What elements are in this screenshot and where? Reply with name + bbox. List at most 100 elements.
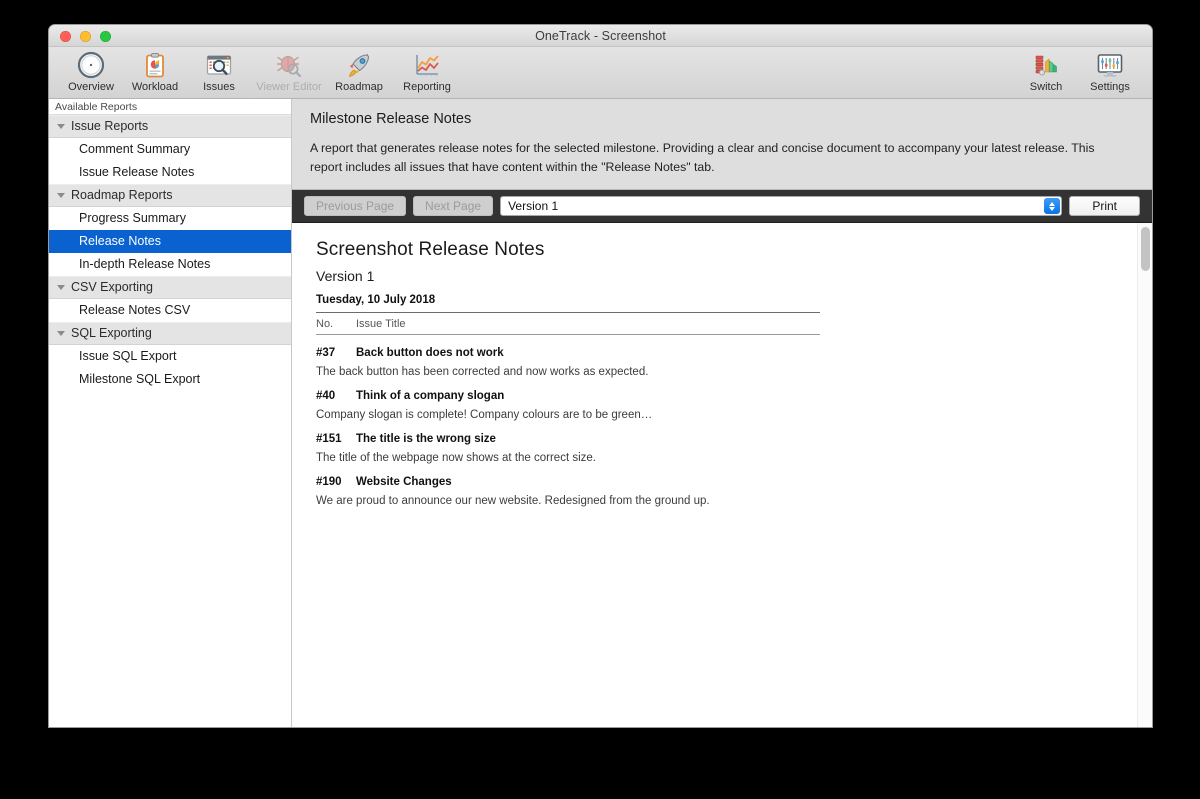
line-chart-icon [413,50,441,80]
document-subtitle: Version 1 [316,268,375,284]
rocket-icon [345,50,373,80]
sidebar-group-issue-reports[interactable]: Issue Reports [49,115,291,138]
sidebar-item-milestone-sql-export[interactable]: Milestone SQL Export [49,368,291,391]
version-select-value: Version 1 [508,199,559,213]
toolbar-item-label: Workload [131,81,179,93]
entry-body: The title of the webpage now shows at th… [316,452,596,464]
toolbar-item-label: Switch [1029,81,1063,93]
version-select[interactable]: Version 1 [500,196,1063,216]
toolbar-item-label: Viewer Editor [256,81,322,93]
bug-magnifier-icon [275,50,303,80]
main-toolbar: Overview Workload Issues Viewer Editor R… [49,47,1152,99]
table-row: #40 Think of a company slogan Company sl… [316,390,820,421]
chevron-down-icon [57,285,65,290]
window-title: OneTrack - Screenshot [535,29,666,43]
sidebar-item-in-depth-release-notes[interactable]: In-depth Release Notes [49,253,291,276]
close-button[interactable] [60,31,71,42]
compass-icon [77,50,105,80]
previous-page-button[interactable]: Previous Page [304,196,407,216]
toolbar-item-label: Reporting [403,81,451,93]
toolbar-item-switch[interactable]: Switch [1014,49,1078,93]
toolbar-item-roadmap[interactable]: Roadmap [327,49,391,93]
report-pane: Milestone Release Notes A report that ge… [292,99,1152,727]
sidebar-group-label: SQL Exporting [71,326,152,340]
entry-number: #151 [316,433,342,445]
entry-heading: #190 Website Changes [316,476,820,488]
sidebar-group-roadmap-reports[interactable]: Roadmap Reports [49,184,291,207]
next-page-button[interactable]: Next Page [413,196,494,216]
table-row: #151 The title is the wrong size The tit… [316,433,820,464]
scrollbar-thumb[interactable] [1141,227,1150,271]
toolbar-item-issues[interactable]: Issues [187,49,251,93]
sidebar-group-csv-exporting[interactable]: CSV Exporting [49,276,291,299]
toolbar-right-group: Switch Settings [1014,49,1142,93]
magnifier-grid-icon [205,50,233,80]
report-title: Milestone Release Notes [310,111,472,127]
chevron-up-icon [1049,201,1056,206]
toolbar-item-overview[interactable]: Overview [59,49,123,93]
column-header-title: Issue Title [356,318,406,330]
table-row: #37 Back button does not work The back b… [316,347,820,378]
toolbar-item-reporting[interactable]: Reporting [391,49,463,93]
entry-title: The title is the wrong size [356,433,496,445]
table-header-row: No. Issue Title [316,312,820,335]
sidebar-group-sql-exporting[interactable]: SQL Exporting [49,322,291,345]
sidebar-group-label: CSV Exporting [71,280,153,294]
application-window: OneTrack - Screenshot Overview Workload … [49,25,1152,727]
toolbar-left-group: Overview Workload Issues Viewer Editor R… [59,49,463,93]
entry-title: Website Changes [356,476,452,488]
clipboard-chart-icon [141,50,169,80]
entry-heading: #40 Think of a company slogan [316,390,820,402]
release-notes-document: Screenshot Release Notes Version 1 Tuesd… [292,223,1137,727]
toolbar-item-label: Issues [203,81,235,93]
chevron-down-icon [57,193,65,198]
window-titlebar: OneTrack - Screenshot [49,25,1152,47]
table-row: #190 Website Changes We are proud to ann… [316,476,820,507]
color-swatches-icon [1032,50,1060,80]
report-description-panel: Milestone Release Notes A report that ge… [292,99,1152,190]
document-title: Screenshot Release Notes [316,239,545,260]
report-description-text: A report that generates release notes fo… [310,141,1095,175]
entry-number: #37 [316,347,336,359]
issues-table: No. Issue Title #37 Back button does not… [316,312,820,507]
print-button[interactable]: Print [1069,196,1140,216]
sidebar-item-comment-summary[interactable]: Comment Summary [49,138,291,161]
column-header-no: No. [316,318,334,330]
chevron-down-icon [1049,206,1056,211]
document-date: Tuesday, 10 July 2018 [316,294,436,306]
entry-title: Back button does not work [356,347,504,359]
toolbar-item-settings[interactable]: Settings [1078,49,1142,93]
monitor-sliders-icon [1096,50,1124,80]
toolbar-item-workload[interactable]: Workload [123,49,187,93]
sidebar-item-release-notes[interactable]: Release Notes [49,230,291,253]
sidebar-item-issue-sql-export[interactable]: Issue SQL Export [49,345,291,368]
toolbar-item-viewer-editor: Viewer Editor [251,49,327,93]
chevron-down-icon [57,331,65,336]
entry-number: #190 [316,476,342,488]
entry-heading: #151 The title is the wrong size [316,433,820,445]
entry-body: We are proud to announce our new website… [316,495,710,507]
stepper-icon[interactable] [1044,198,1061,214]
entry-heading: #37 Back button does not work [316,347,820,359]
entry-body: Company slogan is complete! Company colo… [316,409,653,421]
window-body: Available Reports Issue Reports Comment … [49,99,1152,727]
reports-sidebar: Available Reports Issue Reports Comment … [49,99,292,727]
entry-number: #40 [316,390,336,402]
sidebar-item-progress-summary[interactable]: Progress Summary [49,207,291,230]
sidebar-caption: Available Reports [49,99,291,115]
sidebar-item-issue-release-notes[interactable]: Issue Release Notes [49,161,291,184]
toolbar-item-label: Roadmap [335,81,383,93]
toolbar-item-label: Overview [68,81,114,93]
sidebar-group-label: Roadmap Reports [71,188,173,202]
device-bezel: OneTrack - Screenshot Overview Workload … [0,0,1200,799]
entry-title: Think of a company slogan [356,390,505,402]
minimize-button[interactable] [80,31,91,42]
entry-body: The back button has been corrected and n… [316,366,649,378]
document-viewport: Screenshot Release Notes Version 1 Tuesd… [292,223,1152,727]
zoom-button[interactable] [100,31,111,42]
sidebar-item-release-notes-csv[interactable]: Release Notes CSV [49,299,291,322]
toolbar-item-label: Settings [1090,81,1130,93]
sidebar-group-label: Issue Reports [71,119,149,133]
document-scrollbar[interactable] [1137,223,1152,727]
chevron-down-icon [57,124,65,129]
